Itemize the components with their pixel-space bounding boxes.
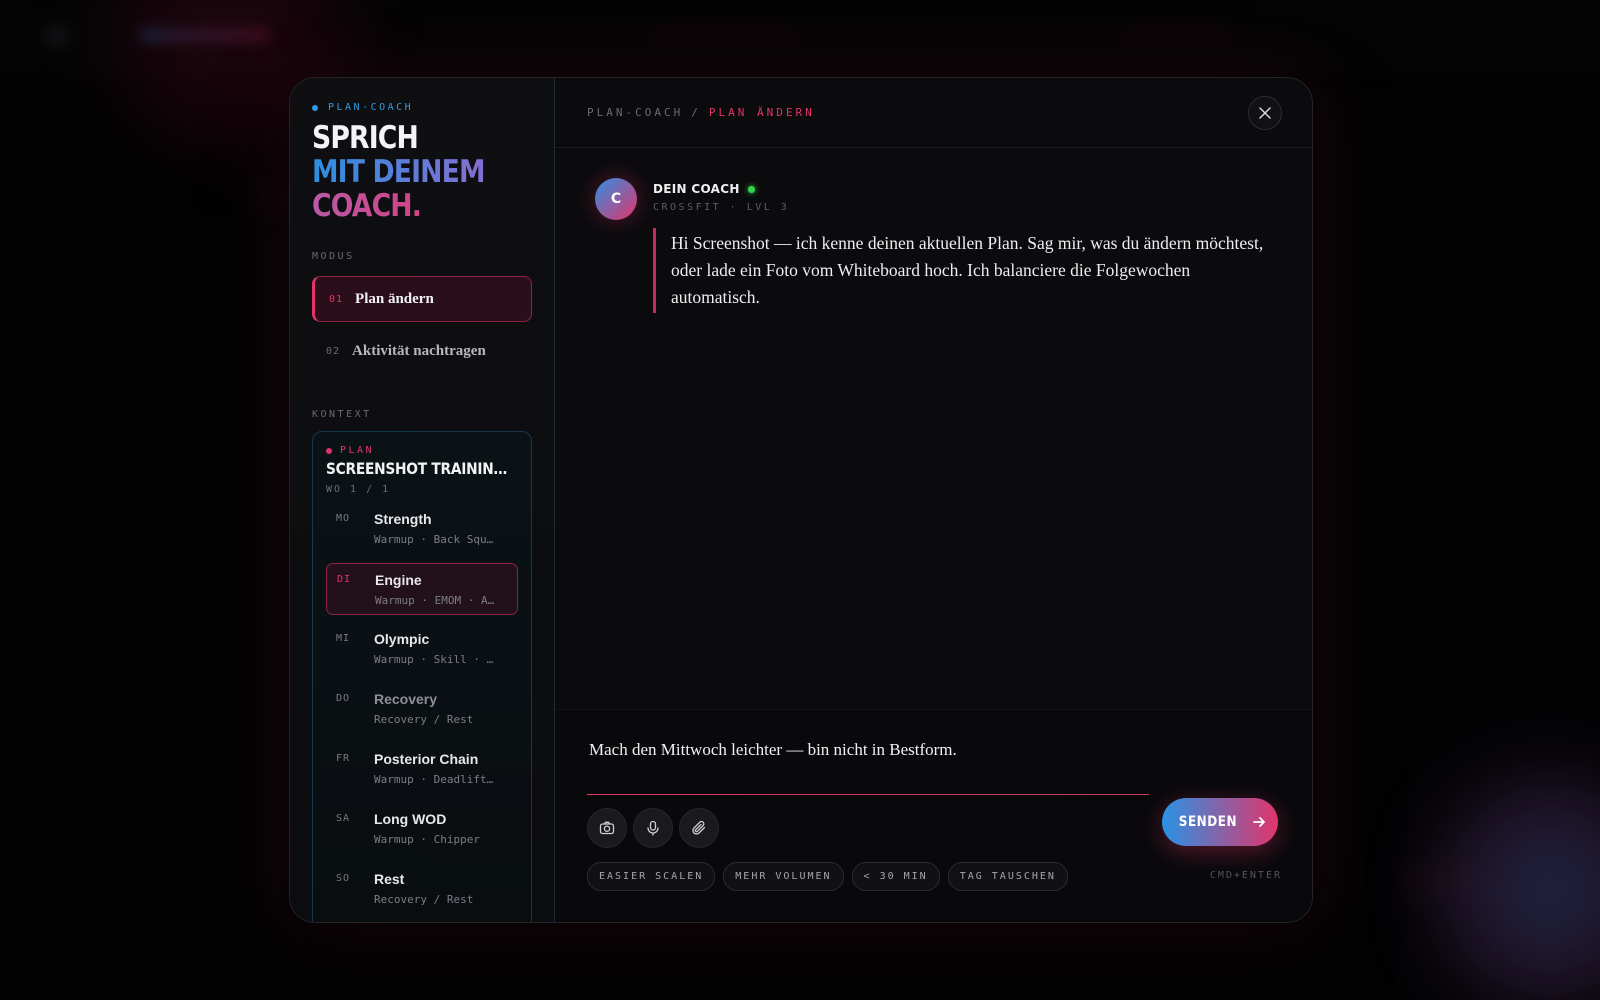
chip-tag-tauschen[interactable]: TAG TAUSCHEN — [947, 862, 1068, 891]
headline: SPRICH MIT DEINEM COACH. — [312, 121, 501, 223]
plan-context-card: PLAN SCREENSHOT TRAININGSPL... WO 1 / 1 … — [312, 431, 532, 922]
day-item-mi[interactable]: MI Olympic Warmup · Skill · … — [326, 623, 518, 675]
chat-thread: C DEIN COACH CROSSFIT · LVL 3 Hi Screens… — [555, 148, 1312, 313]
camera-icon — [599, 821, 615, 835]
day-code: DO — [336, 693, 351, 704]
day-summary: Recovery / Rest — [374, 893, 474, 906]
plan-tag-dot — [326, 447, 332, 454]
chip-mehr-volumen[interactable]: MEHR VOLUMEN — [723, 862, 844, 891]
breadcrumb-separator: / — [691, 106, 701, 119]
coach-subtitle: CROSSFIT · LVL 3 — [653, 202, 790, 213]
plan-coach-modal: PLAN-COACH SPRICH MIT DEINEM COACH. MODU… — [289, 77, 1313, 923]
day-code: FR — [336, 753, 351, 764]
message-input[interactable]: Mach den Mittwoch leichter — bin nicht i… — [589, 740, 957, 760]
coach-name-row: DEIN COACH — [653, 182, 789, 196]
eyebrow-label: PLAN-COACH — [328, 102, 414, 113]
close-button[interactable] — [1248, 96, 1282, 130]
plan-tag: PLAN — [326, 445, 518, 456]
headline-line-2: MIT DEINEM — [312, 155, 501, 189]
day-item-di[interactable]: DI Engine Warmup · EMOM · A… — [326, 563, 518, 615]
day-item-so[interactable]: SO Rest Recovery / Rest — [326, 863, 518, 915]
quick-suggestions: EASIER SCALEN MEHR VOLUMEN < 30 MIN TAG … — [587, 862, 1068, 891]
mode-number: 02 — [326, 345, 341, 357]
plan-tag-label: PLAN — [340, 445, 375, 456]
day-code: MI — [336, 633, 351, 644]
breadcrumb: PLAN-COACH / PLAN ÄNDERN — [587, 106, 815, 119]
shortcut-hint: CMD+ENTER — [1209, 870, 1282, 881]
day-code: SO — [336, 873, 351, 884]
mode-label: Aktivität nachtragen — [352, 342, 486, 359]
coach-name: DEIN COACH — [653, 182, 740, 196]
day-summary: Warmup · Deadlift… — [374, 773, 494, 786]
mode-aktivitaet-nachtragen[interactable]: 02 Aktivität nachtragen — [312, 328, 532, 374]
sidebar: PLAN-COACH SPRICH MIT DEINEM COACH. MODU… — [290, 78, 555, 922]
mode-number: 01 — [329, 293, 344, 305]
day-summary: Warmup · Back Squ… — [374, 533, 494, 546]
day-name: Recovery — [374, 691, 438, 707]
coach-message: Hi Screenshot — ich kenne deinen aktuell… — [653, 228, 1272, 313]
day-name: Olympic — [374, 631, 430, 647]
eyebrow: PLAN-COACH — [312, 102, 532, 113]
background-pill — [650, 24, 800, 46]
mode-label: Plan ändern — [355, 290, 434, 307]
headline-line-3: COACH. — [312, 189, 501, 223]
headline-line-1: SPRICH — [312, 120, 419, 156]
day-code: SA — [336, 813, 351, 824]
background-pill — [1120, 24, 1230, 46]
background-glow — [1440, 780, 1600, 1000]
modus-label: MODUS — [312, 251, 355, 262]
day-item-sa[interactable]: SA Long WOD Warmup · Chipper — [326, 803, 518, 855]
kontext-label: KONTEXT — [312, 409, 372, 420]
close-icon — [1259, 107, 1271, 119]
day-summary: Warmup · Skill · … — [374, 653, 494, 666]
day-name: Posterior Chain — [374, 751, 479, 767]
camera-button[interactable] — [587, 808, 627, 848]
chip-unter-30-min[interactable]: < 30 MIN — [851, 862, 940, 891]
day-item-do[interactable]: DO Recovery Recovery / Rest — [326, 683, 518, 735]
day-name: Strength — [374, 511, 432, 527]
arrow-right-icon — [1253, 817, 1265, 827]
attach-button[interactable] — [679, 808, 719, 848]
day-code: DI — [337, 574, 352, 585]
day-name: Rest — [374, 871, 405, 887]
composer: Mach den Mittwoch leichter — bin nicht i… — [555, 709, 1312, 922]
coach-avatar: C — [595, 178, 637, 220]
chat-header: PLAN-COACH / PLAN ÄNDERN — [555, 78, 1312, 148]
day-item-mo[interactable]: MO Strength Warmup · Back Squ… — [326, 503, 518, 555]
input-underline — [587, 794, 1149, 795]
chat-panel: PLAN-COACH / PLAN ÄNDERN C DEIN COACH CROS… — [555, 78, 1312, 922]
day-summary: Warmup · EMOM · A… — [375, 594, 495, 607]
send-label: SENDEN — [1178, 814, 1238, 830]
plan-title: SCREENSHOT TRAININGSPL... — [326, 459, 511, 478]
day-item-fr[interactable]: FR Posterior Chain Warmup · Deadlift… — [326, 743, 518, 795]
paperclip-icon — [692, 820, 706, 835]
background-logo — [44, 24, 68, 48]
day-code: MO — [336, 513, 351, 524]
coach-message-header: C DEIN COACH CROSSFIT · LVL 3 — [595, 178, 1272, 220]
day-summary: Warmup · Chipper — [374, 833, 480, 846]
day-summary: Recovery / Rest — [374, 713, 474, 726]
send-button[interactable]: SENDEN — [1162, 798, 1278, 846]
day-name: Long WOD — [374, 811, 447, 827]
microphone-icon — [647, 820, 659, 836]
online-status-dot — [747, 185, 755, 193]
breadcrumb-current: PLAN ÄNDERN — [708, 106, 815, 119]
breadcrumb-root[interactable]: PLAN-COACH — [587, 106, 683, 119]
microphone-button[interactable] — [633, 808, 673, 848]
eyebrow-dot — [312, 104, 318, 111]
coach-identity: DEIN COACH CROSSFIT · LVL 3 — [653, 178, 789, 213]
chip-easier-scalen[interactable]: EASIER SCALEN — [587, 862, 716, 891]
plan-week: WO 1 / 1 — [326, 484, 391, 495]
mode-plan-aendern[interactable]: 01 Plan ändern — [312, 276, 532, 322]
day-name: Engine — [375, 572, 422, 588]
